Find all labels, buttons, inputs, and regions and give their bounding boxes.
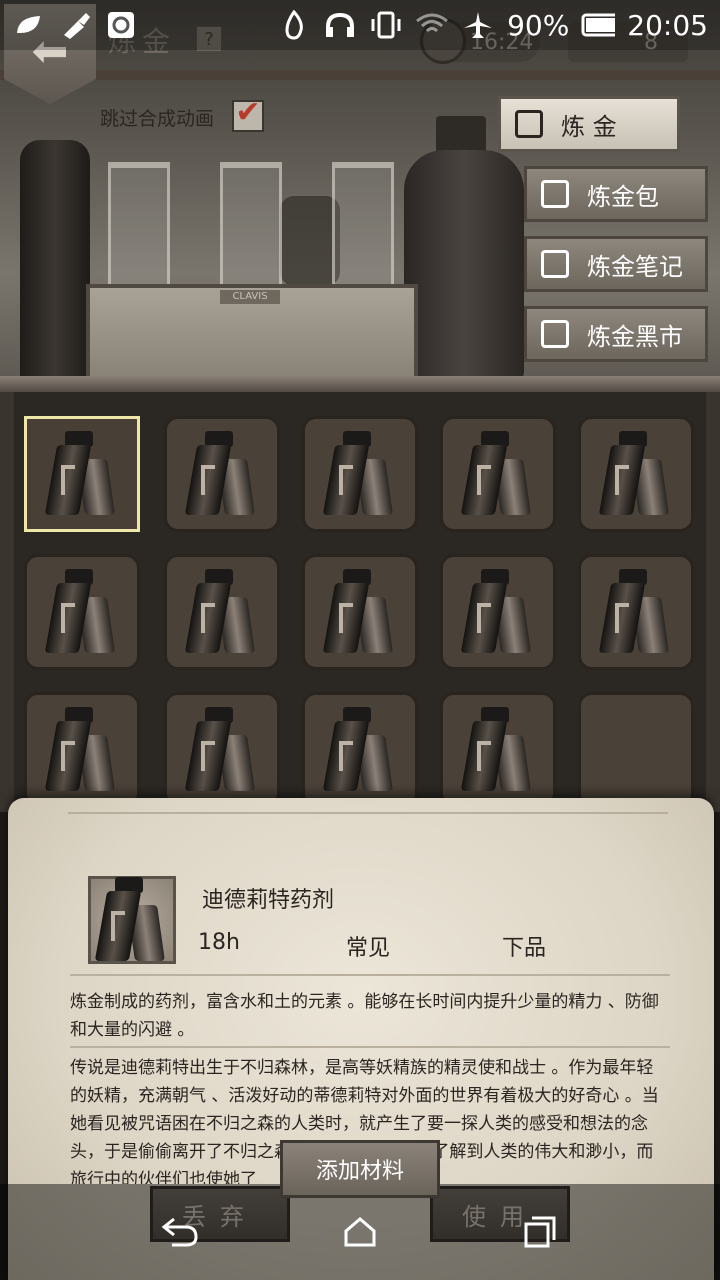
menu-bag-button[interactable]: 炼金包 [524, 166, 708, 222]
potion-icon [184, 569, 257, 655]
divider [70, 1046, 670, 1048]
grid-slot[interactable] [24, 692, 140, 808]
potion-icon [598, 431, 671, 517]
grid-slot-empty[interactable] [578, 692, 694, 808]
alchemy-icon [515, 110, 543, 138]
item-rarity: 常见 [346, 936, 391, 961]
test-tube-1[interactable] [108, 162, 170, 302]
potion-icon [322, 569, 395, 655]
potion-icon [322, 431, 395, 517]
battery-icon [581, 10, 616, 40]
grid-slot[interactable] [302, 692, 418, 808]
item-grade: 下品 [502, 936, 547, 961]
crate-label: CLAVIS [220, 290, 280, 304]
battery-percent: 90% [507, 8, 570, 42]
recents-icon[interactable] [510, 1202, 570, 1262]
check-icon: ✔ [235, 95, 261, 130]
menu-market-button[interactable]: 炼金黑市 [524, 306, 708, 362]
grid-slot[interactable] [164, 416, 280, 532]
potion-icon [44, 707, 117, 793]
headphones-icon [323, 10, 357, 40]
test-tube-3[interactable] [332, 162, 394, 302]
potion-icon [598, 569, 671, 655]
potion-icon [184, 707, 257, 793]
grid-slot[interactable] [578, 554, 694, 670]
house-icon [541, 320, 569, 348]
potion-icon [460, 569, 533, 655]
grid-slot[interactable] [24, 554, 140, 670]
glass-jar [280, 196, 340, 286]
potion-icon [94, 877, 167, 963]
brush-icon [58, 10, 92, 40]
grid-slot[interactable] [578, 416, 694, 532]
bag-icon [541, 180, 569, 208]
large-bottle [404, 150, 524, 380]
grid-slot[interactable] [440, 416, 556, 532]
status-bar: 90% 20:05 [0, 0, 720, 50]
home-icon[interactable] [330, 1202, 390, 1262]
divider [68, 812, 668, 814]
potion-icon [184, 431, 257, 517]
wifi-icon [415, 10, 449, 40]
item-duration: 18h [198, 930, 240, 955]
test-tube-2[interactable] [220, 162, 282, 302]
wooden-crate: CLAVIS [86, 284, 418, 380]
top-shelf [0, 70, 720, 80]
potion-icon [44, 431, 117, 517]
item-thumbnail [88, 876, 176, 964]
navigation-bar [0, 1184, 720, 1280]
grid-slot[interactable] [302, 554, 418, 670]
potion-icon [460, 707, 533, 793]
grid-slot[interactable] [302, 416, 418, 532]
item-description: 炼金制成的药剂，富含水和土的元素 。能够在长时间内提升少量的精力 、防御和大量的… [70, 992, 659, 1040]
menu-label: 炼金包 [587, 182, 659, 211]
vibrate-icon [369, 10, 403, 40]
inventory-grid [0, 392, 720, 812]
shelf-floor [0, 376, 720, 392]
gear-badge-icon [104, 10, 138, 40]
leaf-icon [12, 10, 46, 40]
grid-slot[interactable] [164, 692, 280, 808]
grid-slot[interactable] [24, 416, 140, 532]
back-icon[interactable] [150, 1202, 210, 1262]
grid-slot[interactable] [440, 692, 556, 808]
clock-time: 20:05 [627, 8, 708, 42]
fire-icon [277, 10, 311, 40]
potion-icon [322, 707, 395, 793]
skip-animation-label: 跳过合成动画 [100, 108, 215, 130]
alchemy-scene: CLAVIS ⬅ 炼金 ? 16:24 8 跳过合成动画 ✔ 炼 金 炼金包 炼… [0, 0, 720, 392]
menu-alchemy-button[interactable]: 炼 金 [498, 96, 680, 152]
menu-label: 炼金黑市 [587, 322, 683, 351]
divider [70, 974, 670, 976]
book-icon [541, 250, 569, 278]
potion-icon [44, 569, 117, 655]
potion-icon [460, 431, 533, 517]
item-name: 迪德莉特药剂 [202, 888, 335, 913]
grid-slot[interactable] [440, 554, 556, 670]
grid-slot[interactable] [164, 554, 280, 670]
airplane-icon [461, 10, 495, 40]
menu-notes-button[interactable]: 炼金笔记 [524, 236, 708, 292]
menu-label: 炼金笔记 [587, 252, 683, 281]
add-material-button[interactable]: 添加材料 [280, 1140, 440, 1198]
skip-animation-checkbox[interactable]: ✔ [232, 95, 264, 132]
oil-lamp [20, 140, 90, 380]
menu-label: 炼 金 [561, 112, 617, 141]
